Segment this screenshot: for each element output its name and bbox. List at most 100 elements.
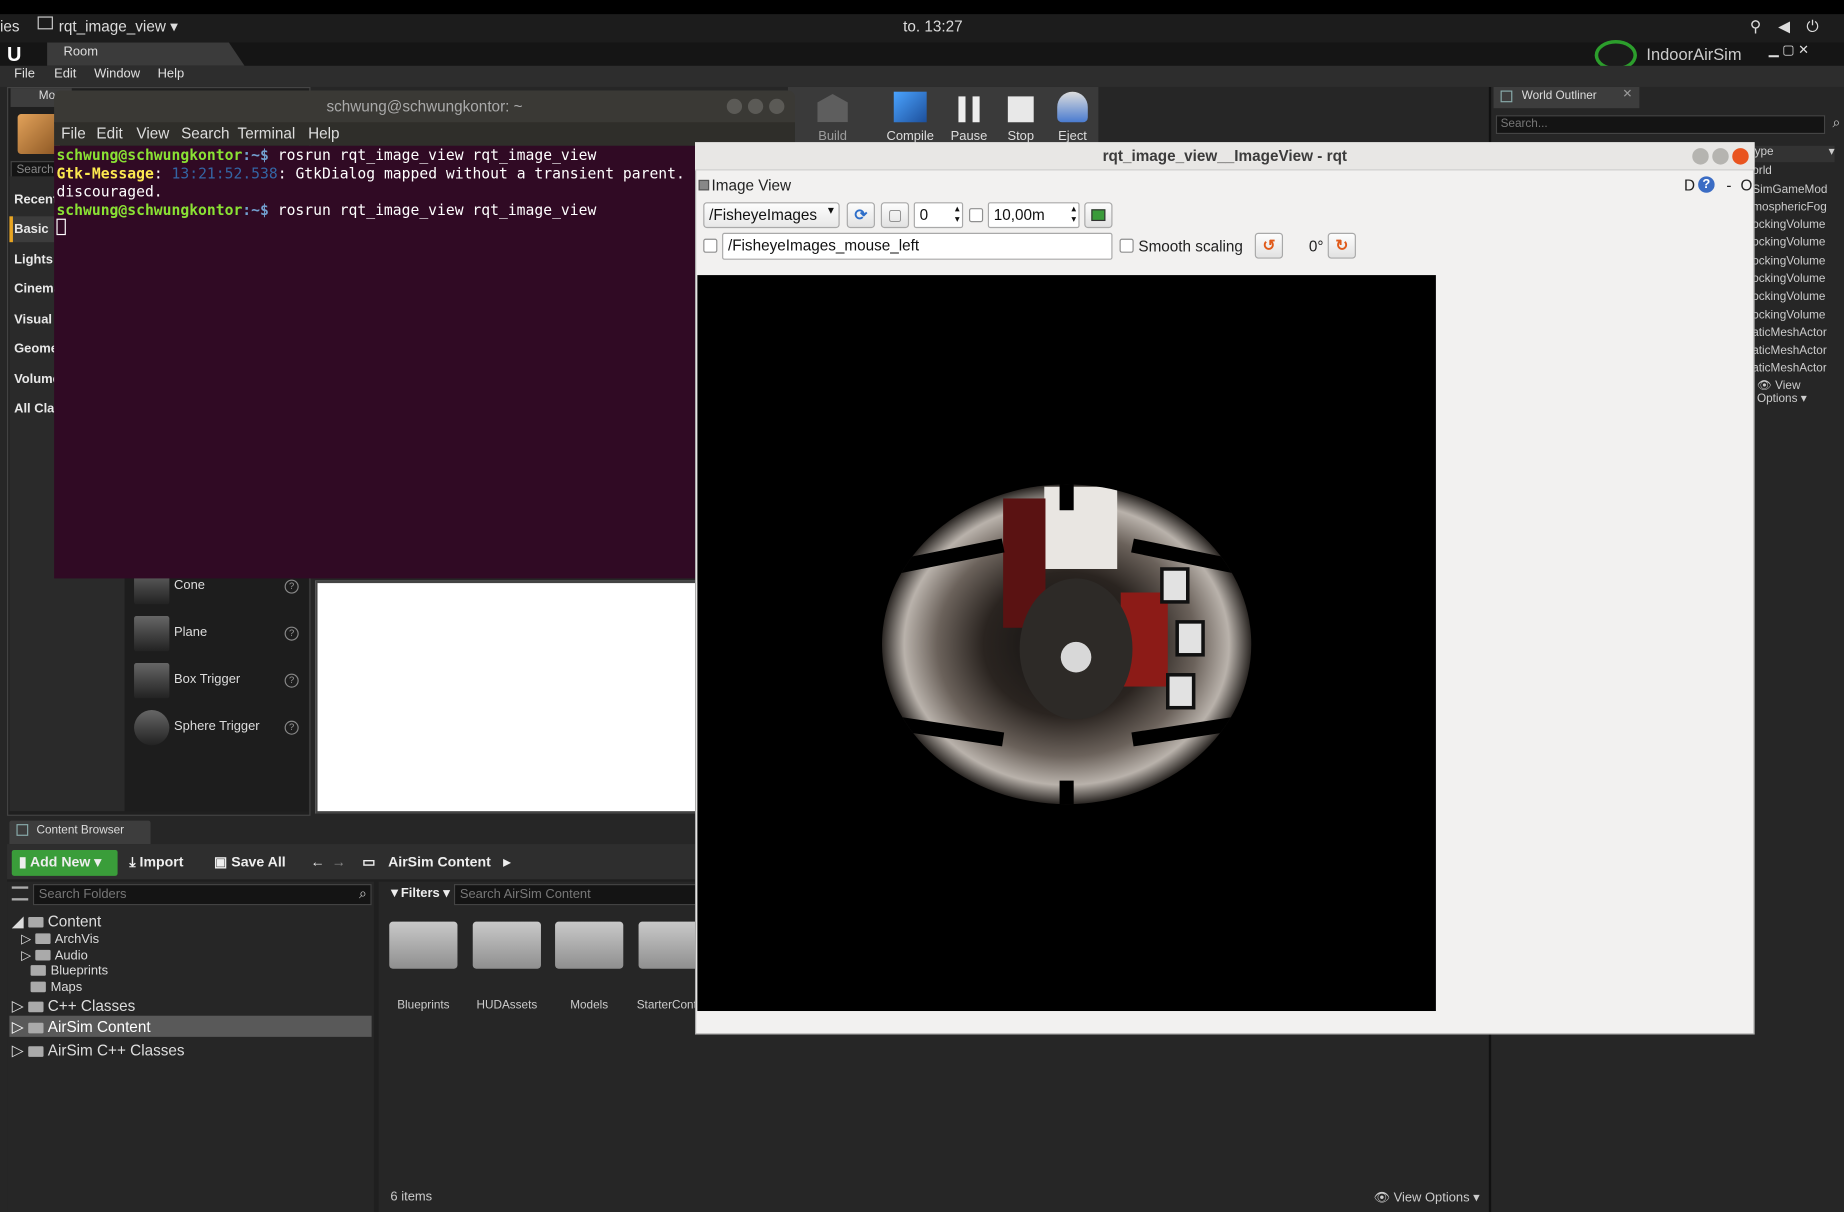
level-tab[interactable]: Room xyxy=(47,42,245,66)
back-arrow-icon[interactable]: ← xyxy=(310,853,324,869)
rotate-right-button[interactable]: ↻ xyxy=(1327,232,1356,259)
folder-models-icon[interactable] xyxy=(555,921,624,969)
outliner-search-input[interactable]: Search... ⌕ xyxy=(1495,114,1840,135)
category-recent[interactable]: Recent xyxy=(14,193,57,207)
close-icon[interactable] xyxy=(769,98,785,115)
unreal-window-controls[interactable]: ▁ ▢ ✕ xyxy=(1769,42,1809,57)
category-volumes[interactable]: Volume xyxy=(14,373,60,387)
zoom-fit-button[interactable]: ▢ xyxy=(880,202,910,229)
maximize-icon[interactable] xyxy=(747,98,764,115)
path-crumb[interactable]: AirSim Content xyxy=(388,853,491,869)
tree-blueprints[interactable]: Blueprints xyxy=(30,964,108,978)
terminal-menu-edit[interactable]: Edit xyxy=(96,125,122,143)
dynamic-range-checkbox[interactable] xyxy=(969,208,984,223)
outliner-item[interactable]: mosphericFog xyxy=(1752,201,1827,214)
stop-button[interactable]: Stop xyxy=(993,87,1049,143)
help-icon[interactable]: ? xyxy=(284,673,299,688)
outliner-item[interactable]: SimGameMod xyxy=(1752,183,1827,196)
folder-blueprints-icon[interactable] xyxy=(389,921,458,969)
panel-d-button[interactable]: D xyxy=(1684,176,1695,194)
category-lights[interactable]: Lights xyxy=(14,253,53,267)
add-new-button[interactable]: ▮ Add New ▾ xyxy=(11,849,118,876)
terminal-menu-help[interactable]: Help xyxy=(308,125,339,143)
sources-toggle-icon[interactable] xyxy=(11,886,29,901)
outliner-view-options-button[interactable]: 👁 View Options ▾ xyxy=(1757,380,1844,406)
outliner-item[interactable]: aticMeshActor xyxy=(1752,344,1827,357)
image-view-canvas[interactable] xyxy=(697,275,1436,1012)
type-column-header[interactable]: ype ▾ xyxy=(1752,145,1835,163)
outliner-item[interactable]: ockingVolume xyxy=(1752,273,1825,286)
tree-cpp-classes[interactable]: ▷ C++ Classes xyxy=(12,997,136,1016)
menu-edit[interactable]: Edit xyxy=(54,67,76,81)
clock[interactable]: to. 13:27 xyxy=(903,18,963,36)
maximize-icon[interactable] xyxy=(1712,148,1729,165)
category-visual[interactable]: Visual I xyxy=(14,313,59,327)
outliner-item[interactable]: ockingVolume xyxy=(1752,236,1825,249)
help-icon[interactable]: ? xyxy=(1698,176,1715,193)
topic-dropdown[interactable]: /FisheyeImages ▾ xyxy=(703,202,840,229)
tree-audio[interactable]: ▷ Audio xyxy=(21,948,88,963)
terminal-output[interactable]: schwung@schwungkontor:~$ rosrun rqt_imag… xyxy=(54,145,697,579)
help-icon[interactable]: ? xyxy=(284,626,299,641)
refresh-topics-button[interactable]: ⟳ xyxy=(846,202,875,229)
search-icon[interactable]: ⌕ xyxy=(359,885,367,903)
compile-button[interactable]: Compile xyxy=(882,87,938,143)
folder-hudassets-icon[interactable] xyxy=(472,921,541,969)
terminal-menu-view[interactable]: View xyxy=(136,125,169,143)
placeable-sphere-trigger[interactable]: Sphere Trigger? xyxy=(134,708,306,750)
level-viewport[interactable] xyxy=(315,580,699,814)
tree-content[interactable]: ◢ Content xyxy=(12,912,102,931)
eject-button[interactable]: Eject xyxy=(1044,87,1100,143)
search-folders-input[interactable]: Search Folders xyxy=(32,884,372,906)
import-button[interactable]: ⤓ Import xyxy=(129,853,183,871)
tree-airsim-content[interactable]: ▷ AirSim Content xyxy=(12,1018,151,1037)
terminal-titlebar[interactable]: schwung@schwungkontor: ~ xyxy=(54,90,795,124)
panel-grip-icon[interactable] xyxy=(698,179,710,191)
build-button[interactable]: Build xyxy=(804,87,860,143)
category-basic[interactable]: Basic xyxy=(14,222,49,236)
mouse-topic-input[interactable]: /FisheyeImages_mouse_left xyxy=(722,232,1113,260)
panel-close-button[interactable]: O xyxy=(1740,176,1752,194)
panel-minimize-button[interactable]: - xyxy=(1726,176,1731,194)
save-all-button[interactable]: ▣ Save All xyxy=(214,853,286,869)
content-browser-tab[interactable]: Content Browser xyxy=(9,820,151,845)
terminal-menu-terminal[interactable]: Terminal xyxy=(238,125,296,143)
world-outliner-tab[interactable]: World Outliner ✕ xyxy=(1493,86,1640,109)
menu-help[interactable]: Help xyxy=(158,67,185,81)
outliner-item[interactable]: ockingVolume xyxy=(1752,255,1825,268)
forward-arrow-icon[interactable]: → xyxy=(332,853,346,869)
menu-window[interactable]: Window xyxy=(94,67,140,81)
placeable-box-trigger[interactable]: Box Trigger? xyxy=(134,661,306,703)
tree-maps[interactable]: Maps xyxy=(30,980,82,995)
rqt-titlebar[interactable]: rqt_image_view__ImageView - rqt xyxy=(695,142,1755,171)
outliner-item[interactable]: orld xyxy=(1752,165,1772,178)
category-geometry[interactable]: Geome xyxy=(14,342,58,356)
publish-click-checkbox[interactable] xyxy=(703,238,718,253)
rotate-left-button[interactable]: ↺ xyxy=(1254,232,1284,259)
view-options-button[interactable]: 👁 View Options ▾ xyxy=(1374,1190,1480,1205)
minimize-icon[interactable] xyxy=(1692,148,1709,165)
window-menu[interactable]: rqt_image_view ▾ xyxy=(59,18,178,37)
tree-airsim-cpp-classes[interactable]: ▷ AirSim C++ Classes xyxy=(12,1042,185,1061)
path-chevron-icon[interactable]: ▸ xyxy=(503,853,510,869)
placeable-plane[interactable]: Plane? xyxy=(134,614,306,656)
outliner-item[interactable]: ockingVolume xyxy=(1752,309,1825,322)
outliner-item[interactable]: aticMeshActor xyxy=(1752,362,1827,371)
menu-file[interactable]: File xyxy=(14,67,35,81)
network-icon[interactable]: ⚲ xyxy=(1750,18,1761,37)
help-icon[interactable]: ? xyxy=(284,720,299,735)
outliner-item[interactable]: ockingVolume xyxy=(1752,290,1825,303)
outliner-item[interactable]: ockingVolume xyxy=(1752,219,1825,232)
search-content-input[interactable]: Search AirSim Content xyxy=(453,884,713,906)
pause-button[interactable]: Pause xyxy=(941,87,997,143)
help-icon[interactable]: ? xyxy=(284,579,299,594)
close-icon[interactable]: ✕ xyxy=(1622,88,1632,101)
terminal-menu-file[interactable]: File xyxy=(61,125,86,143)
volume-icon[interactable]: ◀ xyxy=(1778,18,1790,37)
smooth-scaling-checkbox[interactable] xyxy=(1119,238,1134,253)
minimize-icon[interactable] xyxy=(726,98,743,115)
save-image-button[interactable] xyxy=(1084,202,1113,229)
max-range-spinbox[interactable]: 10,00m ▴ ▾ xyxy=(987,202,1080,229)
power-icon[interactable]: ⏻ xyxy=(1806,18,1818,37)
tree-archvis[interactable]: ▷ ArchVis xyxy=(21,931,99,946)
